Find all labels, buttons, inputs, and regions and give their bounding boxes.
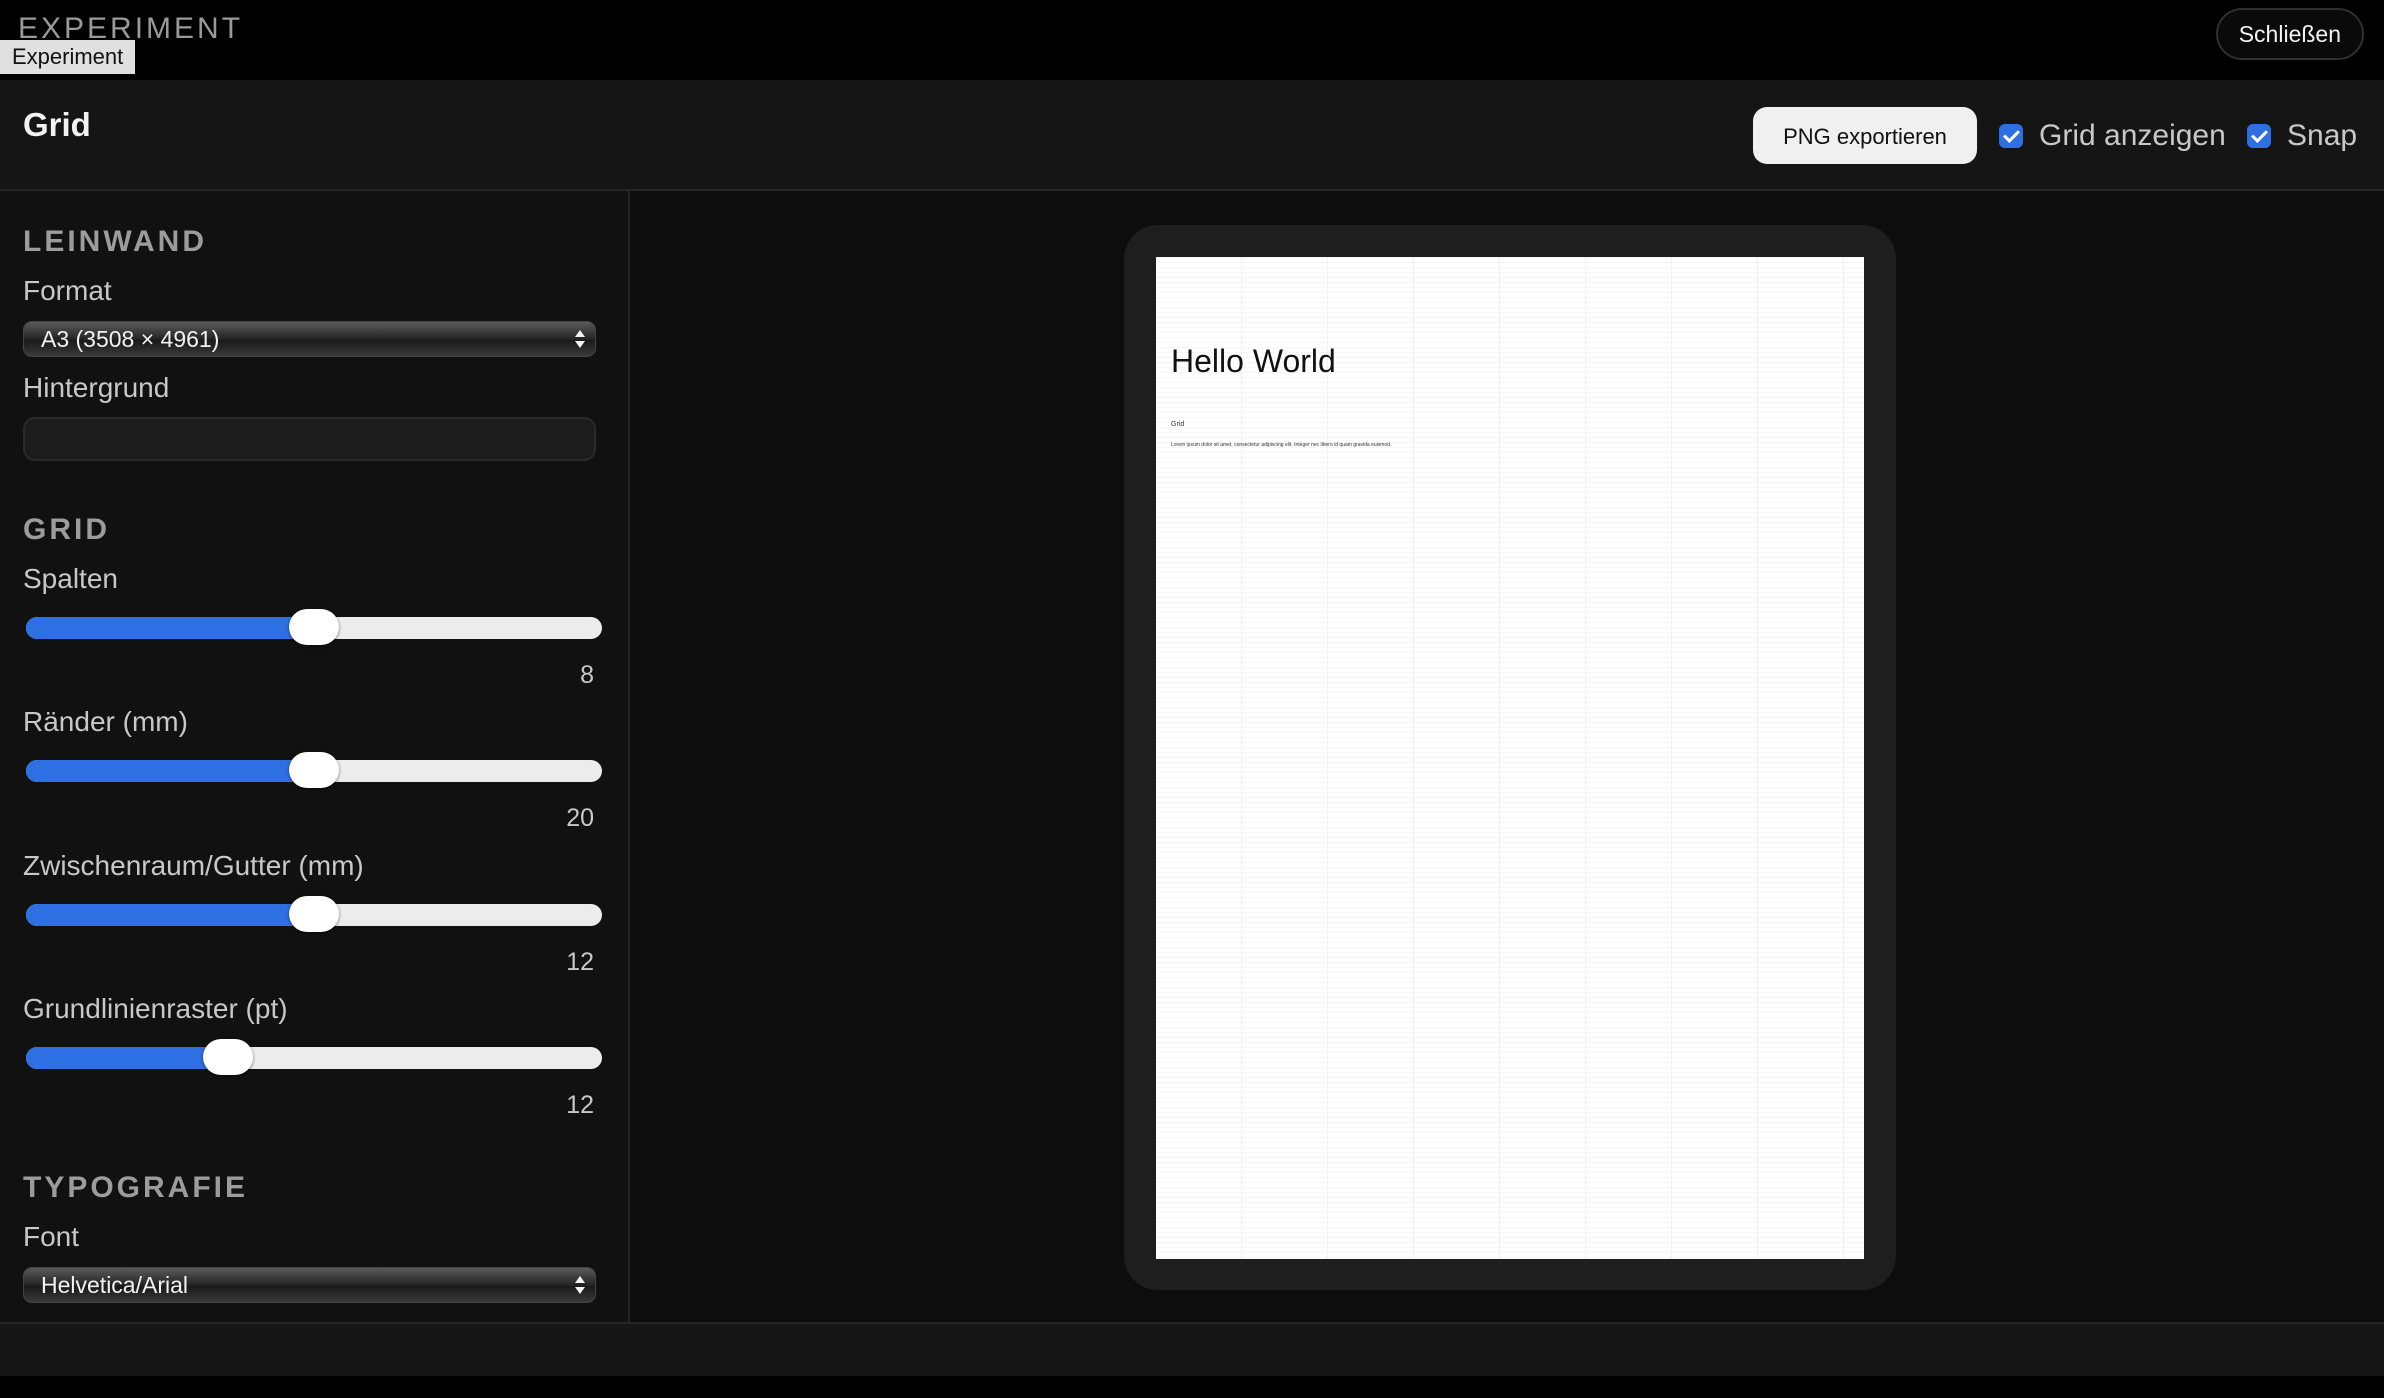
settings-sidebar: LEINWAND Format A3 (3508 × 4961) Hinterg…: [0, 191, 630, 1322]
canvas-body-text[interactable]: Lorem ipsum dolor sit amet, consectetur …: [1171, 442, 1391, 448]
snap-label: Snap: [2287, 119, 2358, 152]
preview-frame: Hello World Grid Lorem ipsum dolor sit a…: [1124, 225, 1896, 1290]
margins-value: 20: [566, 804, 594, 832]
canvas-area: Hello World Grid Lorem ipsum dolor sit a…: [632, 191, 2384, 1322]
select-arrows-icon: [575, 327, 585, 351]
baseline-value: 12: [566, 1091, 594, 1119]
gutter-slider-thumb[interactable]: [289, 896, 339, 932]
section-heading-typography: TYPOGRAFIE: [23, 1171, 249, 1204]
show-grid-label: Grid anzeigen: [2039, 119, 2226, 152]
margins-slider-fill: [26, 760, 314, 782]
show-grid-checkbox[interactable]: [1999, 124, 2023, 148]
format-select-value: A3 (3508 × 4961): [41, 326, 220, 352]
font-select[interactable]: Helvetica/Arial: [23, 1267, 596, 1303]
background-label: Hintergrund: [23, 372, 170, 403]
baseline-slider-fill: [26, 1047, 228, 1069]
columns-slider[interactable]: [26, 609, 602, 645]
font-select-value: Helvetica/Arial: [41, 1272, 188, 1298]
gutter-slider-fill: [26, 904, 314, 926]
baseline-slider[interactable]: [26, 1039, 602, 1075]
section-heading-canvas: LEINWAND: [23, 225, 207, 258]
snap-checkbox[interactable]: [2247, 124, 2271, 148]
select-arrows-icon: [575, 1273, 585, 1297]
format-select[interactable]: A3 (3508 × 4961): [23, 321, 596, 357]
margins-label: Ränder (mm): [23, 706, 188, 737]
margins-slider-thumb[interactable]: [289, 752, 339, 788]
columns-value: 8: [580, 661, 594, 689]
canvas-heading-text[interactable]: Hello World: [1171, 343, 1336, 380]
gutter-value: 12: [566, 948, 594, 976]
export-png-button[interactable]: PNG exportieren: [1753, 107, 1977, 164]
columns-slider-thumb[interactable]: [289, 609, 339, 645]
snap-toggle[interactable]: Snap: [2247, 118, 2357, 154]
gutter-slider[interactable]: [26, 896, 602, 932]
margins-slider[interactable]: [26, 752, 602, 788]
baseline-label: Grundlinienraster (pt): [23, 993, 288, 1024]
header: Grid PNG exportieren Grid anzeigen Snap: [0, 80, 2384, 191]
section-heading-grid: GRID: [23, 513, 110, 546]
canvas-small-label[interactable]: Grid: [1171, 421, 1184, 428]
format-label: Format: [23, 275, 112, 306]
close-button[interactable]: Schließen: [2215, 8, 2364, 60]
gutter-label: Zwischenraum/Gutter (mm): [23, 850, 364, 881]
paper-canvas[interactable]: Hello World Grid Lorem ipsum dolor sit a…: [1156, 257, 1864, 1259]
background-color-input[interactable]: [23, 417, 596, 461]
bottom-strip: [0, 1376, 2384, 1398]
footer-bar: [0, 1322, 2384, 1376]
experiment-tag: Experiment: [0, 40, 136, 74]
top-bar: EXPERIMENT Experiment Schließen: [0, 0, 2384, 80]
page-title: Grid: [23, 106, 91, 143]
font-label: Font: [23, 1221, 80, 1252]
columns-slider-fill: [26, 617, 314, 639]
baseline-slider-thumb[interactable]: [202, 1039, 253, 1075]
show-grid-toggle[interactable]: Grid anzeigen: [1999, 118, 2226, 154]
columns-label: Spalten: [23, 563, 118, 594]
